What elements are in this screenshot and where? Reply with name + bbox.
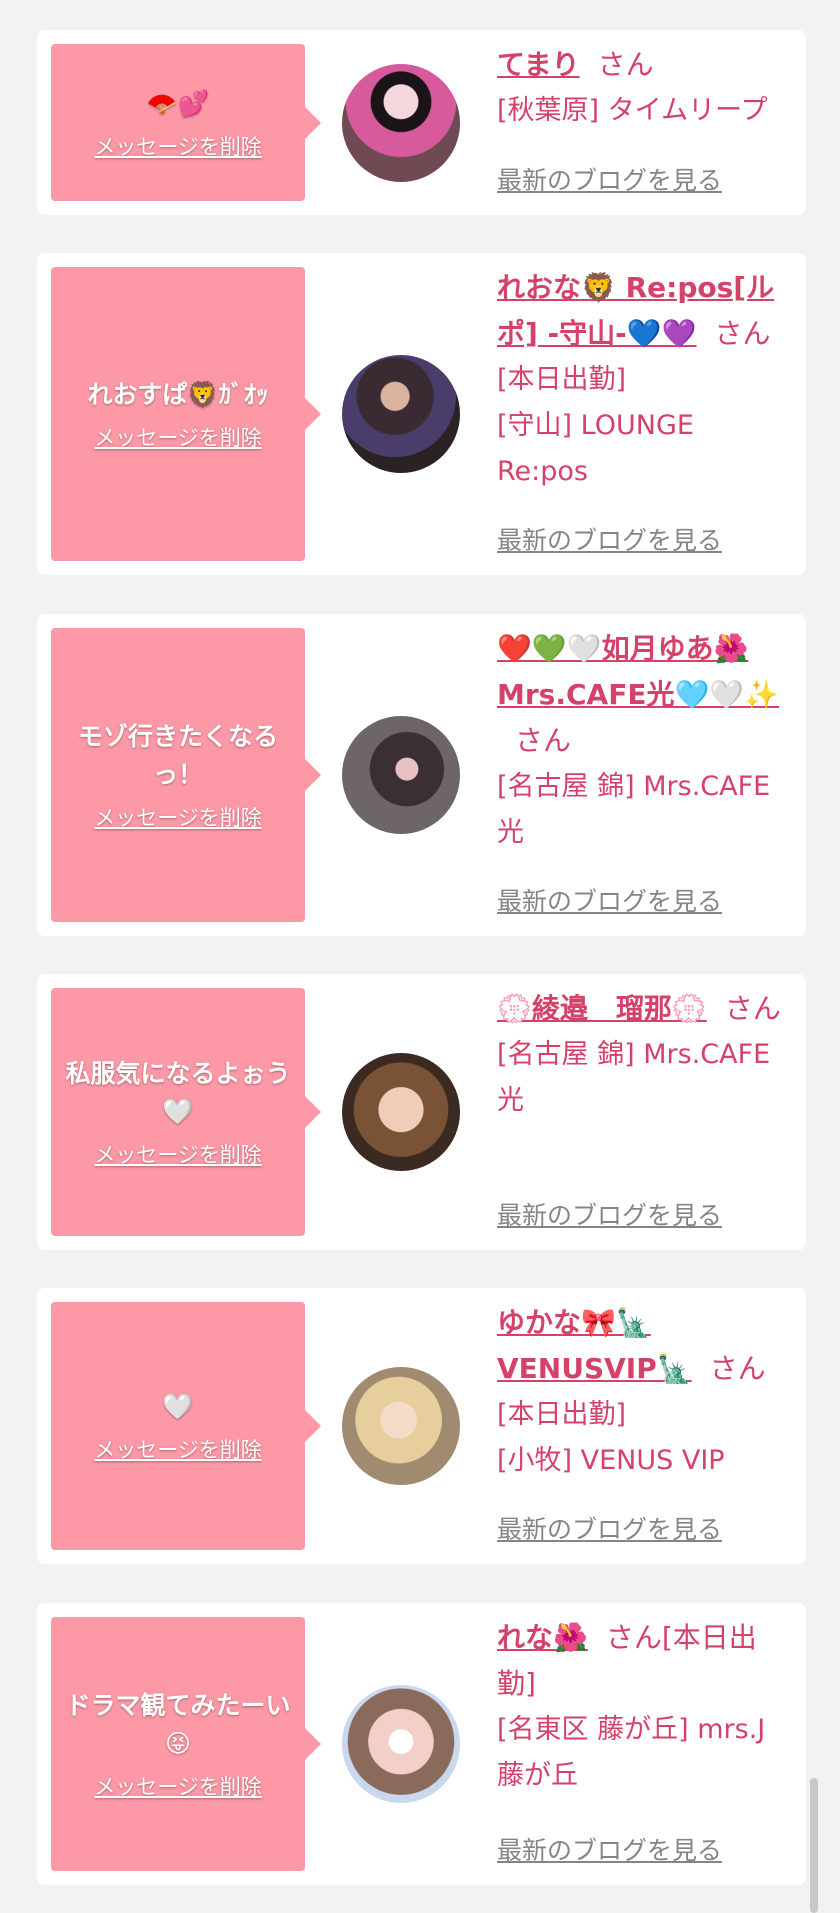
- latest-blog-link[interactable]: 最新のブログを見る: [497, 521, 722, 557]
- delete-message-link[interactable]: メッセージを削除: [94, 1434, 262, 1464]
- delete-message-link[interactable]: メッセージを削除: [94, 131, 262, 161]
- cast-name-link[interactable]: れな🌺: [497, 1621, 588, 1654]
- message-bubble: れおすぱ🦁ｶﾞｵｯ メッセージを削除: [51, 267, 321, 561]
- message-card: ドラマ観てみたーい😝 メッセージを削除 れな🌺 さん[本日出勤] [名東区 藤が丘…: [37, 1603, 806, 1885]
- message-text: れおすぱ🦁ｶﾞｵｯ: [87, 380, 269, 409]
- message-text: 🪭💕: [146, 88, 210, 118]
- shop-detail: [名東区 藤が丘] mrs.J藤が丘: [497, 1714, 766, 1791]
- honorific: さん: [724, 992, 781, 1025]
- message-bubble: 🪭💕 メッセージを削除: [51, 44, 321, 201]
- avatar[interactable]: [342, 1053, 460, 1171]
- cast-name-link[interactable]: ❤️💚🤍如月ゆあ🌺Mrs.CAFE光🩵🤍✨: [497, 632, 779, 711]
- shop-detail: [名古屋 錦] Mrs.CAFE光: [497, 771, 771, 848]
- cast-name-link[interactable]: てまり: [497, 48, 580, 81]
- delete-message-link[interactable]: メッセージを削除: [94, 802, 262, 832]
- delete-message-link[interactable]: メッセージを削除: [94, 422, 262, 452]
- avatar[interactable]: [342, 1685, 460, 1803]
- latest-blog-link[interactable]: 最新のブログを見る: [497, 161, 722, 197]
- honorific: さん: [515, 724, 572, 757]
- message-bubble: ドラマ観てみたーい😝 メッセージを削除: [51, 1617, 321, 1871]
- cast-name-line: 💮綾邉 瑠那💮 さん: [497, 986, 782, 1032]
- honorific: さん: [714, 317, 771, 350]
- latest-blog-link[interactable]: 最新のブログを見る: [497, 1196, 722, 1232]
- cast-name-line: れおな🦁 Re:pos[ルポ] -守山-💙💜 さん: [497, 265, 782, 357]
- latest-blog-link[interactable]: 最新のブログを見る: [497, 1510, 722, 1546]
- avatar[interactable]: [342, 1367, 460, 1485]
- latest-blog-link[interactable]: 最新のブログを見る: [497, 882, 722, 918]
- cast-info: れおな🦁 Re:pos[ルポ] -守山-💙💜 さん [本日出勤] [守山] LOU…: [497, 265, 782, 495]
- message-card: 🪭💕 メッセージを削除 てまり さん [秋葉原] タイムリープ 最新のブログを見る: [37, 30, 806, 215]
- delete-message-link[interactable]: メッセージを削除: [94, 1139, 262, 1169]
- message-card: 🤍 メッセージを削除 ゆかな🎀🗽VENUSVIP🗽 さん [本日出勤] [小牧] …: [37, 1288, 806, 1564]
- message-text: モゾ行きたくなるっ！: [77, 722, 278, 789]
- shop-detail: [守山] LOUNGE Re:pos: [497, 410, 694, 487]
- cast-info: てまり さん [秋葉原] タイムリープ: [497, 42, 782, 134]
- cast-name-link[interactable]: ゆかな🎀🗽VENUSVIP🗽: [497, 1306, 692, 1385]
- avatar[interactable]: [342, 355, 460, 473]
- message-text: 私服気になるよぉう🤍: [65, 1059, 291, 1126]
- shop-detail: [小牧] VENUS VIP: [497, 1445, 725, 1476]
- scrollbar[interactable]: [810, 1778, 818, 1913]
- cast-info: ゆかな🎀🗽VENUSVIP🗽 さん [本日出勤] [小牧] VENUS VIP: [497, 1300, 782, 1484]
- message-card: モゾ行きたくなるっ！ メッセージを削除 ❤️💚🤍如月ゆあ🌺Mrs.CAFE光🩵🤍…: [37, 614, 806, 936]
- message-text: ドラマ観てみたーい😝: [65, 1691, 291, 1758]
- cast-info: ❤️💚🤍如月ゆあ🌺Mrs.CAFE光🩵🤍✨ さん [名古屋 錦] Mrs.CAFE…: [497, 626, 782, 856]
- message-text: 🤍: [162, 1392, 194, 1421]
- message-card: 私服気になるよぉう🤍 メッセージを削除 💮綾邉 瑠那💮 さん [名古屋 錦] Mr…: [37, 974, 806, 1250]
- shop-detail: [秋葉原] タイムリープ: [497, 95, 768, 126]
- latest-blog-link[interactable]: 最新のブログを見る: [497, 1831, 722, 1867]
- cast-name-line: れな🌺 さん[本日出勤]: [497, 1615, 782, 1707]
- attendance-status: [本日出勤]: [497, 1399, 627, 1430]
- cast-info: れな🌺 さん[本日出勤] [名東区 藤が丘] mrs.J藤が丘: [497, 1615, 782, 1799]
- message-bubble: モゾ行きたくなるっ！ メッセージを削除: [51, 628, 321, 922]
- message-bubble: 私服気になるよぉう🤍 メッセージを削除: [51, 988, 321, 1236]
- avatar[interactable]: [342, 63, 460, 182]
- cast-name-line: ゆかな🎀🗽VENUSVIP🗽 さん: [497, 1300, 782, 1392]
- delete-message-link[interactable]: メッセージを削除: [94, 1771, 262, 1801]
- honorific: さん: [597, 48, 654, 81]
- cast-name-line: てまり さん: [497, 42, 782, 88]
- cast-info: 💮綾邉 瑠那💮 さん [名古屋 錦] Mrs.CAFE光: [497, 986, 782, 1124]
- message-card: れおすぱ🦁ｶﾞｵｯ メッセージを削除 れおな🦁 Re:pos[ルポ] -守山-💙…: [37, 253, 806, 575]
- cast-name-line: ❤️💚🤍如月ゆあ🌺Mrs.CAFE光🩵🤍✨ さん: [497, 626, 782, 764]
- shop-detail: [名古屋 錦] Mrs.CAFE光: [497, 1039, 771, 1116]
- honorific: さん: [709, 1352, 766, 1385]
- attendance-status: [本日出勤]: [497, 364, 627, 395]
- cast-name-link[interactable]: 💮綾邉 瑠那💮: [497, 992, 707, 1025]
- avatar[interactable]: [342, 716, 460, 834]
- message-bubble: 🤍 メッセージを削除: [51, 1302, 321, 1550]
